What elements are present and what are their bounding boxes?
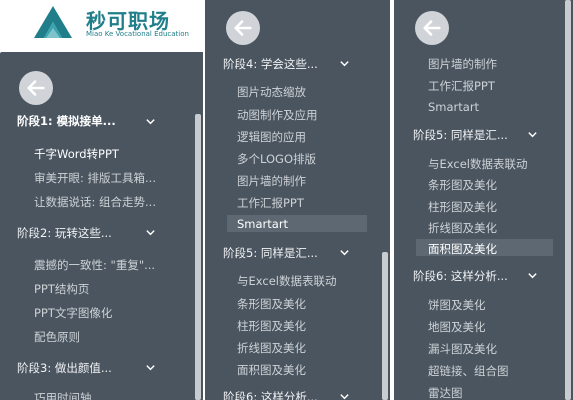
chevron-down-icon[interactable] (339, 58, 350, 69)
lesson-item-selected[interactable]: 面积图及美化 (428, 241, 497, 257)
back-arrow-icon (27, 80, 45, 96)
lesson-item[interactable]: 条形图及美化 (428, 177, 497, 193)
lesson-item[interactable]: 图片动态缩放 (237, 84, 306, 100)
chevron-down-icon[interactable] (339, 391, 350, 400)
lesson-item[interactable]: 面积图及美化 (237, 362, 306, 378)
back-button[interactable] (415, 11, 449, 45)
stage-2-header[interactable]: 阶段2: 玩转这些... (17, 225, 112, 241)
chevron-down-icon[interactable] (145, 362, 156, 373)
lesson-item[interactable]: 审美开眼: 排版工具箱... (34, 170, 156, 186)
back-arrow-icon (423, 20, 441, 36)
lesson-item[interactable]: 雷达图 (428, 385, 463, 400)
lesson-item[interactable]: 折线图及美化 (428, 220, 497, 236)
course-menu-panel-3: 图片墙的制作 工作汇报PPT Smartart 阶段5: 同样是汇... 与Ex… (394, 0, 573, 400)
lesson-item[interactable]: 图片墙的制作 (428, 56, 497, 72)
stage-4-header[interactable]: 阶段4: 学会这些... (223, 56, 318, 72)
lesson-item[interactable]: 超链接、组合图 (428, 363, 509, 379)
back-button[interactable] (226, 11, 260, 45)
stage-5-header[interactable]: 阶段5: 同样是汇... (413, 127, 508, 143)
lesson-item-selected[interactable]: Smartart (237, 217, 288, 231)
lesson-item[interactable]: 柱形图及美化 (428, 199, 497, 215)
lesson-item[interactable]: 配色原则 (34, 329, 80, 345)
lesson-item[interactable]: 动图制作及应用 (237, 107, 318, 123)
lesson-item[interactable]: 图片墙的制作 (237, 173, 306, 189)
lesson-item[interactable]: 与Excel数据表联动 (237, 273, 336, 289)
lesson-item[interactable]: 让数据说话: 组合走势... (34, 194, 156, 210)
lesson-item[interactable]: 与Excel数据表联动 (428, 156, 527, 172)
lesson-item[interactable]: 饼图及美化 (428, 297, 486, 313)
lesson-item[interactable]: PPT文字图像化 (34, 305, 112, 321)
brand-logo: 秒可职场 Miao Ke Vocational Education (30, 2, 200, 48)
lesson-item[interactable]: 工作汇报PPT (237, 195, 304, 211)
lesson-item[interactable]: 巧用时间轴 (34, 390, 92, 400)
back-arrow-icon (234, 20, 252, 36)
lesson-item[interactable]: 工作汇报PPT (428, 78, 495, 94)
logo-subtitle: Miao Ke Vocational Education (86, 30, 189, 38)
scrollbar-thumb[interactable] (565, 0, 571, 400)
stage-5-header[interactable]: 阶段5: 同样是汇... (223, 245, 318, 261)
course-menu-panel-2: 阶段4: 学会这些... 图片动态缩放 动图制作及应用 逻辑图的应用 多个LOG… (205, 0, 390, 400)
stage-1-header[interactable]: 阶段1: 模拟接单... (17, 113, 116, 129)
lesson-item[interactable]: 漏斗图及美化 (428, 341, 497, 357)
back-button[interactable] (19, 71, 53, 105)
lesson-item[interactable]: 千字Word转PPT (34, 146, 119, 162)
lesson-item[interactable]: 震撼的一致性: "重复"... (34, 257, 155, 273)
course-menu-panel-1: 秒可职场 Miao Ke Vocational Education 阶段1: 模… (0, 0, 203, 400)
chevron-down-icon[interactable] (527, 270, 538, 281)
scrollbar-thumb[interactable] (195, 114, 201, 400)
scrollbar-thumb[interactable] (382, 252, 388, 400)
chevron-down-icon[interactable] (145, 116, 156, 127)
lesson-item[interactable]: 条形图及美化 (237, 296, 306, 312)
chevron-down-icon[interactable] (339, 247, 350, 258)
lesson-item[interactable]: PPT结构页 (34, 281, 89, 297)
chevron-down-icon[interactable] (527, 129, 538, 140)
stage-6-header[interactable]: 阶段6: 这样分析... (413, 268, 508, 284)
chevron-down-icon[interactable] (145, 227, 156, 238)
lesson-item[interactable]: 逻辑图的应用 (237, 129, 306, 145)
stage-3-header[interactable]: 阶段3: 做出颜值... (17, 360, 112, 376)
lesson-item[interactable]: 柱形图及美化 (237, 318, 306, 334)
lesson-item[interactable]: 多个LOGO排版 (237, 151, 316, 167)
lesson-item[interactable]: 地图及美化 (428, 319, 486, 335)
lesson-item[interactable]: 折线图及美化 (237, 340, 306, 356)
lesson-item[interactable]: Smartart (428, 100, 479, 114)
stage-6-header[interactable]: 阶段6: 这样分析... (223, 389, 318, 400)
logo-mark-icon (34, 6, 72, 38)
